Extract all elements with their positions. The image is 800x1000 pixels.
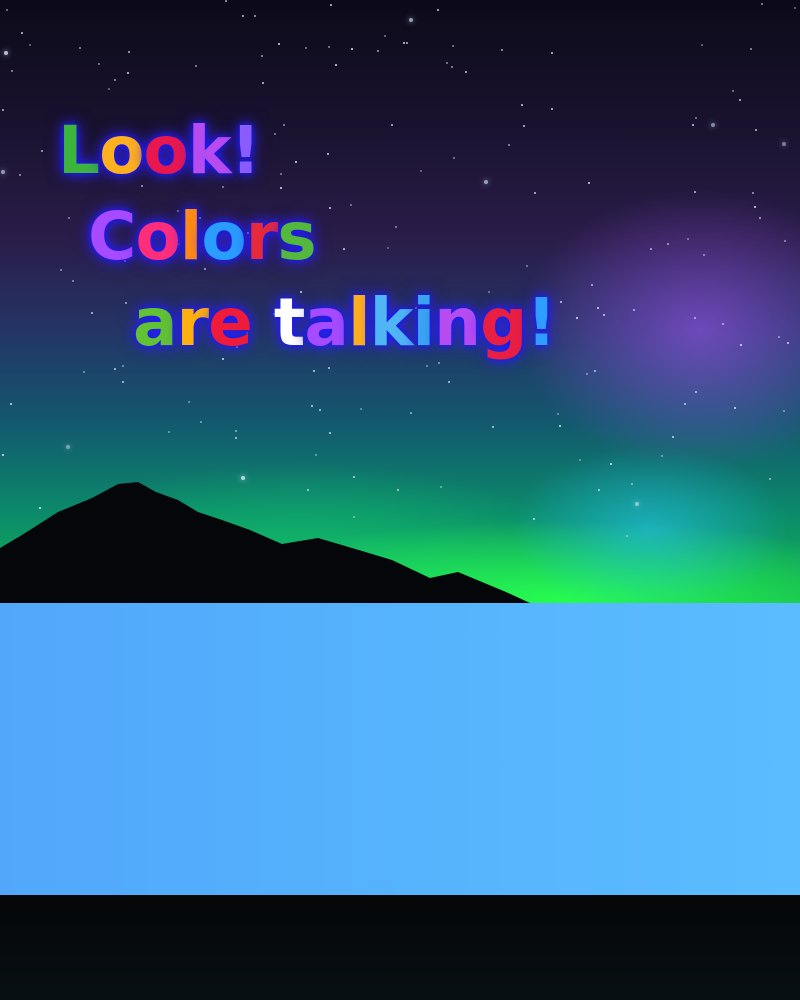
headline-line-2: Colors [58, 194, 555, 280]
headline-letter: l [179, 198, 203, 275]
headline-letter: n [434, 284, 481, 361]
headline-letter: o [143, 112, 188, 189]
headline-letter: a [304, 284, 349, 361]
headline-letter: l [347, 284, 371, 361]
headline-letter: o [99, 112, 144, 189]
headline-line-3: are talking! [58, 280, 556, 366]
headline-letter: s [277, 198, 316, 275]
headline-letter: e [208, 284, 253, 361]
headline-letter [252, 284, 274, 361]
headline-letter: i [412, 284, 436, 361]
headline: Look! Colors are talking! [58, 108, 556, 366]
headline-letter: r [245, 198, 279, 275]
headline-letter: C [88, 198, 136, 275]
headline-letter: g [480, 284, 527, 361]
headline-letter: k [369, 284, 414, 361]
headline-letter: o [201, 198, 246, 275]
headline-letter: t [273, 284, 306, 361]
blue-banner [0, 603, 800, 895]
headline-letter: k [187, 112, 232, 189]
headline-letter: ! [526, 284, 556, 361]
aurora-poster: Look! Colors are talking! [0, 0, 800, 1000]
headline-letter: o [135, 198, 180, 275]
headline-line-1: Look! [58, 108, 555, 194]
headline-letter: ! [230, 112, 261, 189]
headline-letter: L [58, 112, 100, 189]
aurora-reflection [0, 895, 800, 1000]
headline-letter: r [176, 284, 210, 361]
headline-letter: a [133, 284, 178, 361]
